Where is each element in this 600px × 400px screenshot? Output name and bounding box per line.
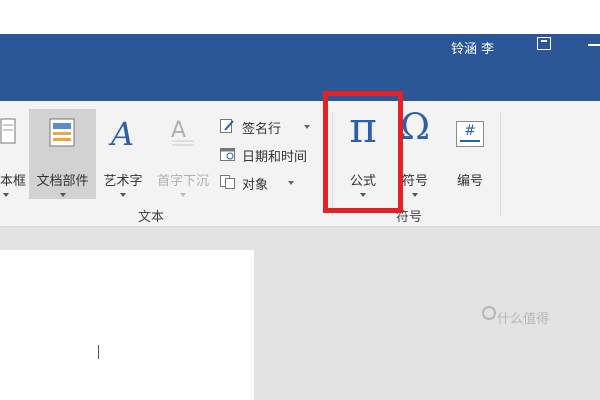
signature-line-label: 签名行 — [242, 122, 282, 137]
object-label: 对象 — [242, 178, 269, 193]
number-icon: # — [456, 121, 484, 147]
dropcap-label: 首字下沉 — [156, 174, 209, 189]
group-label-text: 文本 — [138, 210, 165, 225]
watermark-text: 什么值得 — [497, 312, 550, 327]
object-icon — [220, 175, 235, 189]
doc-parts-icon — [49, 118, 75, 147]
ribbon-display-options-icon[interactable] — [537, 37, 551, 50]
wordart-icon: A — [108, 117, 134, 149]
calendar-icon — [220, 148, 235, 161]
textbox-button[interactable]: 本框 — [0, 113, 28, 199]
wordart-label: 艺术字 — [103, 174, 143, 189]
account-name[interactable]: 铃涵 李 — [451, 38, 494, 57]
textbox-label: 本框 — [0, 174, 27, 189]
chevron-down-icon — [412, 193, 418, 197]
chevron-down-icon — [304, 125, 310, 129]
doc-parts-button[interactable]: 文档部件 — [29, 113, 96, 199]
chevron-down-icon — [3, 193, 9, 197]
signature-pen-icon — [220, 119, 234, 133]
chevron-down-icon — [59, 193, 66, 197]
date-time-label: 日期和时间 — [242, 150, 308, 165]
highlight-annotation — [323, 91, 403, 213]
chevron-down-icon — [288, 181, 294, 185]
document-page[interactable] — [0, 250, 254, 400]
watermark-logo-icon — [482, 306, 496, 320]
group-divider — [500, 112, 501, 216]
number-button[interactable]: # 编号 — [445, 113, 495, 199]
number-label: 编号 — [456, 174, 483, 189]
chevron-down-icon — [180, 193, 186, 197]
dropcap-button[interactable]: A 首字下沉 — [150, 113, 216, 199]
svg-text:A: A — [171, 118, 186, 143]
dropcap-icon: A — [171, 118, 194, 146]
textbox-icon — [0, 118, 16, 144]
title-bar — [0, 34, 600, 101]
wordart-button[interactable]: A 艺术字 — [97, 113, 149, 199]
svg-text:A: A — [108, 117, 134, 149]
text-cursor — [98, 345, 99, 359]
chevron-down-icon — [120, 193, 126, 197]
doc-parts-label: 文档部件 — [36, 174, 89, 189]
minimize-icon[interactable] — [588, 44, 600, 46]
